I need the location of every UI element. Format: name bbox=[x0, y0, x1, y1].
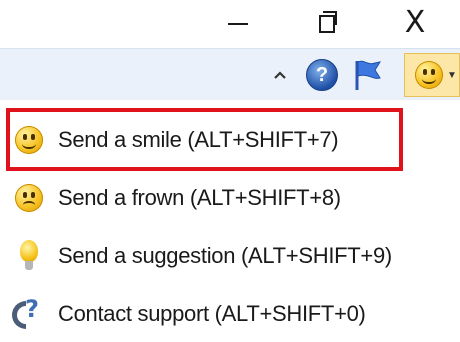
minimize-icon bbox=[228, 23, 248, 25]
menu-item-label: Send a suggestion (ALT+SHIFT+9) bbox=[58, 243, 392, 268]
menu-item-label: Send a frown (ALT+SHIFT+8) bbox=[58, 185, 341, 210]
close-icon: X bbox=[404, 4, 426, 40]
chevron-up-icon bbox=[274, 71, 286, 79]
minimize-button[interactable] bbox=[208, 0, 268, 44]
smile-icon bbox=[15, 126, 43, 154]
menu-item-contact-support[interactable]: ? Contact support (ALT+SHIFT+0) bbox=[0, 286, 440, 342]
menu-item-label: Send a smile (ALT+SHIFT+7) bbox=[58, 127, 339, 152]
menu-item-send-suggestion[interactable]: Send a suggestion (ALT+SHIFT+9) bbox=[0, 228, 440, 284]
help-icon: ? bbox=[306, 59, 338, 91]
flag-icon bbox=[355, 60, 382, 90]
close-button[interactable]: X bbox=[385, 0, 445, 44]
dropdown-arrow-icon: ▼ bbox=[447, 69, 457, 81]
menu-item-send-frown[interactable]: Send a frown (ALT+SHIFT+8) bbox=[0, 170, 440, 226]
feedback-menu: Send a smile (ALT+SHIFT+7) Send a frown … bbox=[0, 100, 460, 341]
feedback-smile-button[interactable]: ▼ bbox=[404, 53, 460, 97]
menu-item-label: Contact support (ALT+SHIFT+0) bbox=[58, 301, 366, 326]
support-phone-icon: ? bbox=[12, 295, 46, 331]
flag-button[interactable] bbox=[348, 49, 388, 101]
ribbon-bar: ? ▼ bbox=[0, 48, 460, 101]
restore-button[interactable] bbox=[296, 0, 356, 44]
lightbulb-icon bbox=[19, 240, 39, 272]
title-bar: X bbox=[0, 0, 460, 48]
collapse-ribbon-button[interactable] bbox=[268, 49, 292, 101]
frown-icon bbox=[15, 184, 43, 212]
restore-icon bbox=[318, 10, 337, 33]
smile-icon bbox=[415, 61, 443, 89]
menu-item-send-smile[interactable]: Send a smile (ALT+SHIFT+7) bbox=[0, 112, 440, 168]
help-button[interactable]: ? bbox=[302, 49, 342, 101]
